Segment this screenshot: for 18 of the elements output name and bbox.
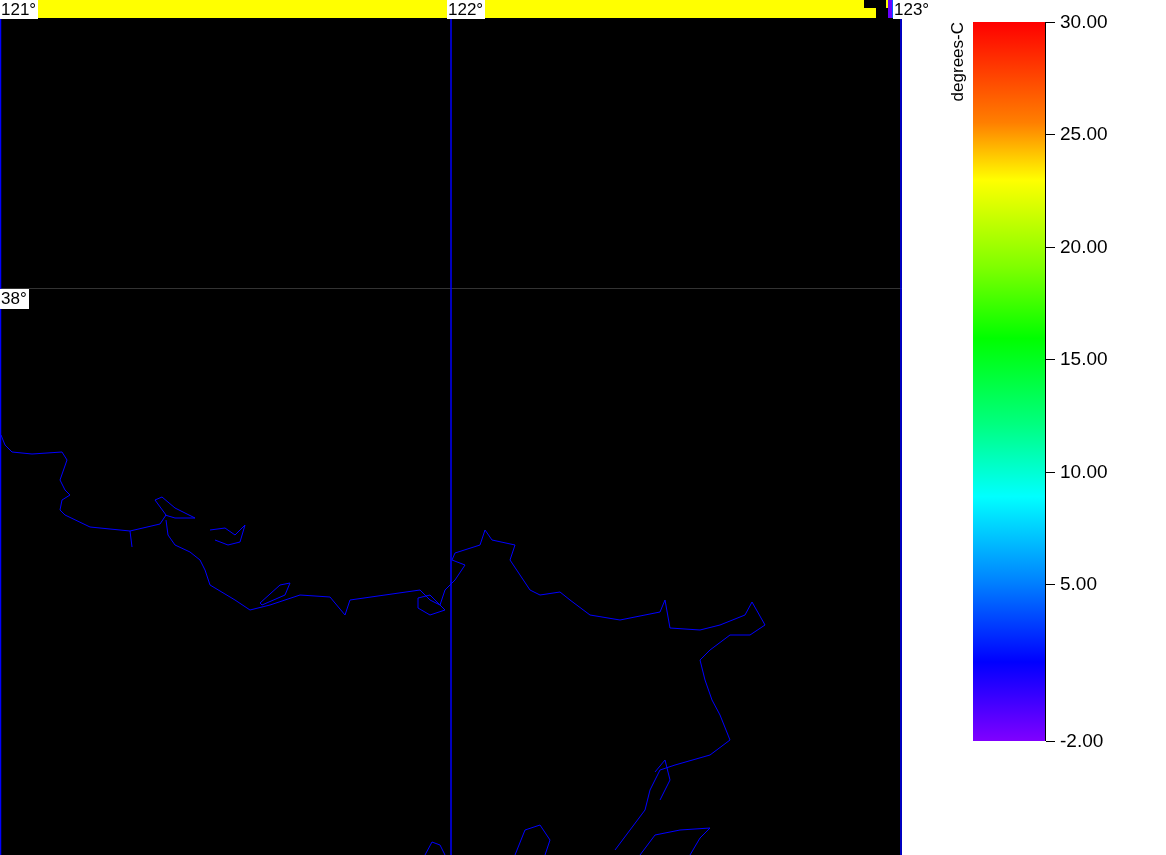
tick-mark [1046,134,1055,135]
tick-label: 10.00 [1060,461,1108,483]
longitude-label: 122° [447,0,486,19]
tick-label: 25.00 [1060,123,1108,145]
longitude-label: 121° [0,0,39,19]
tick-mark [1046,359,1055,360]
tick-label: 20.00 [1060,236,1108,258]
tick-mark [1046,472,1055,473]
colorbar-title: degrees-C [948,22,968,102]
tick-mark [1046,247,1055,248]
tick-mark [1046,741,1055,742]
tick-label: 15.00 [1060,348,1108,370]
tick-label: 5.00 [1060,573,1097,595]
tick-mark [1046,584,1055,585]
tick-label: 30.00 [1060,11,1108,33]
tick-mark [1046,22,1055,23]
latitude-label: 38° [0,289,29,309]
tick-label: -2.00 [1060,730,1104,752]
